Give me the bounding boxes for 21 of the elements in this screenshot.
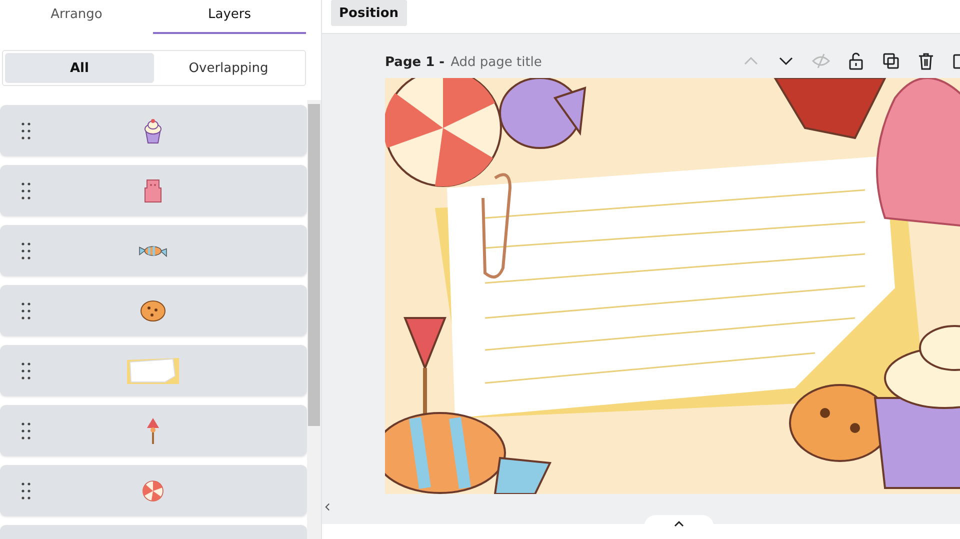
drag-handle-icon[interactable] (21, 122, 31, 140)
scrollbar[interactable] (307, 100, 321, 539)
page-title-field[interactable]: Add page title (448, 54, 563, 70)
filter-option[interactable]: All (5, 53, 154, 83)
drag-handle-icon[interactable] (21, 422, 31, 440)
page-label: Page 1 - (385, 54, 445, 70)
position-button[interactable]: Position (331, 0, 407, 26)
drag-handle-icon[interactable] (21, 182, 31, 200)
duplicate-icon (881, 51, 901, 71)
trash-icon (916, 51, 936, 71)
drag-handle-icon[interactable] (21, 362, 31, 380)
drag-handle-icon[interactable] (21, 482, 31, 500)
caret-icon (673, 520, 685, 528)
note-icon (125, 356, 181, 386)
hidden-eye-icon (811, 51, 831, 71)
drag-handle-icon[interactable] (21, 242, 31, 260)
panel-tab[interactable]: Arrango (0, 0, 153, 34)
candy-note-design-drawing[interactable] (385, 78, 960, 494)
scroll-left-icon[interactable] (325, 503, 330, 511)
panel-tab[interactable]: Layers (153, 0, 306, 34)
drag-handle-icon[interactable] (21, 302, 31, 320)
